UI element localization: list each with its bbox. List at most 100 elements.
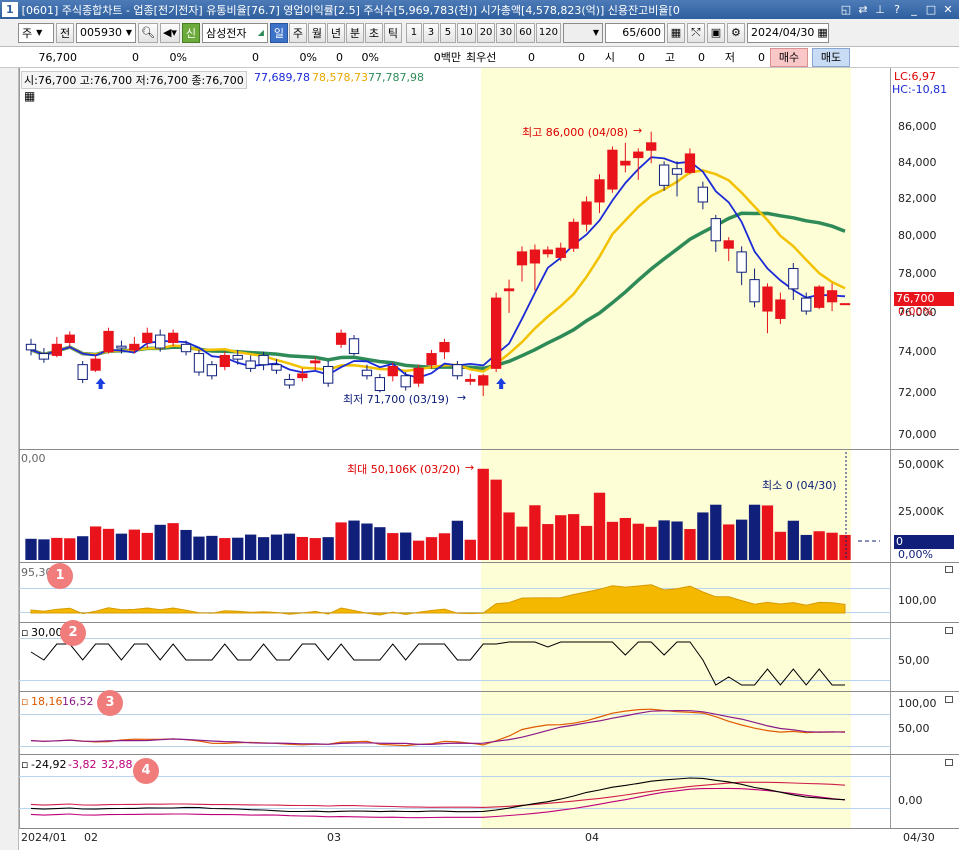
candle-body (193, 353, 205, 373)
candle-body (64, 334, 75, 343)
ma-long-value: 77,787,98 (368, 71, 424, 84)
volume-bar (102, 528, 115, 560)
volume-bar (335, 522, 347, 560)
grid-toggle-icon[interactable]: ▦ (24, 89, 35, 103)
candle-body (620, 160, 631, 166)
buy-signal-icon (496, 378, 507, 390)
volume-bar (128, 529, 141, 560)
candle-body (142, 332, 153, 343)
candle-body (465, 378, 476, 382)
volume-bar (529, 505, 541, 560)
volume-bar (684, 529, 696, 560)
candle-body (723, 240, 734, 249)
candle-body (775, 299, 786, 319)
volume-bar (115, 533, 128, 560)
volume-bar (270, 534, 283, 560)
ohlc-info: 시:76,700 고:76,700 저:76,700 종:76,700 (21, 71, 247, 89)
indicator-2-badge: 2 (60, 620, 86, 646)
candle-body (503, 288, 515, 292)
candle-body (814, 286, 825, 308)
volume-tick: 25,000K (898, 505, 944, 518)
ma-mid-value: 78,578,73 (312, 71, 368, 84)
candle-body (413, 367, 424, 384)
volume-bar (645, 526, 657, 560)
candle-body (516, 251, 528, 266)
volume-bar (361, 523, 373, 560)
volume-bar (244, 534, 257, 560)
indicator-4-square-icon: ▫ (21, 758, 29, 771)
ma-short-line (30, 156, 846, 379)
candle-body (167, 332, 179, 343)
volume-bar (503, 512, 515, 560)
y-tick: 74,000 (898, 345, 937, 358)
chart-canvas (25, 131, 880, 850)
candle-body (245, 360, 256, 369)
indicator-3-tick: 100,00 (898, 697, 937, 710)
volume-min-annotation: 최소 0 (04/30) (762, 479, 837, 492)
volume-bar (748, 504, 761, 560)
y-tick: 78,000 (898, 267, 937, 280)
close-icon[interactable] (945, 566, 953, 573)
volume-bar (580, 525, 593, 560)
candle-body (38, 353, 50, 360)
candle-body (594, 179, 605, 203)
candle-body (297, 373, 308, 379)
candle-body (129, 343, 140, 351)
arrow-right-icon: → (633, 124, 643, 137)
candle-body (490, 297, 502, 369)
low-annotation: 최저 71,700 (03/19) (343, 393, 450, 406)
volume-bar (568, 514, 580, 560)
candle-body (374, 377, 386, 392)
y-tick: 70,000 (898, 428, 937, 441)
volume-bar (490, 479, 502, 560)
candle-body (155, 334, 166, 349)
indicator-2-value: 30,00 (31, 626, 63, 639)
volume-bar (348, 520, 360, 560)
volume-bar (787, 520, 799, 560)
volume-bar (723, 524, 735, 560)
close-icon[interactable] (945, 696, 953, 703)
volume-bar (180, 529, 192, 560)
volume-bar (283, 533, 296, 560)
volume-bar (296, 536, 308, 560)
volume-legend: 0,00 (21, 452, 46, 465)
indicator-3-value-2: 16,52 (62, 695, 94, 708)
volume-bar (697, 512, 709, 560)
volume-bar (193, 536, 205, 560)
y-tick: 80,000 (898, 229, 937, 242)
x-label: 2024/01 (21, 831, 67, 844)
close-icon[interactable] (945, 759, 953, 766)
hc-value: HC:-10,81 (892, 83, 948, 96)
candle-body (749, 279, 760, 303)
candle-body (335, 332, 347, 345)
y-tick: 84,000 (898, 156, 937, 169)
candle-body (529, 249, 541, 264)
indicator-1-area (30, 584, 846, 616)
volume-bar (632, 523, 644, 560)
candle-body (25, 343, 37, 351)
indicator-4-line-2 (30, 787, 846, 819)
volume-bar (619, 517, 632, 560)
volume-bar (516, 526, 528, 560)
volume-bar (400, 532, 412, 560)
y-tick: 82,000 (898, 192, 937, 205)
candle-body (271, 364, 282, 371)
volume-bar (25, 538, 37, 560)
current-price-tag: 76,700 (894, 292, 954, 306)
high-annotation: 최고 86,000 (04/08) (522, 126, 629, 139)
indicator-1-badge: 1 (47, 563, 73, 589)
candle-body (452, 364, 463, 377)
volume-bar (64, 538, 76, 560)
volume-bar (774, 531, 787, 560)
volume-bar (839, 534, 851, 560)
candle-body (658, 164, 670, 186)
x-label: 03 (327, 831, 341, 844)
candle-body (439, 341, 450, 353)
candle-body (77, 364, 88, 380)
candle-body (426, 353, 437, 366)
close-icon[interactable] (945, 627, 953, 634)
candle-body (310, 360, 321, 364)
current-volume-pct: 0,00% (898, 548, 933, 561)
volume-bar (826, 532, 838, 560)
volume-bar (167, 523, 179, 560)
